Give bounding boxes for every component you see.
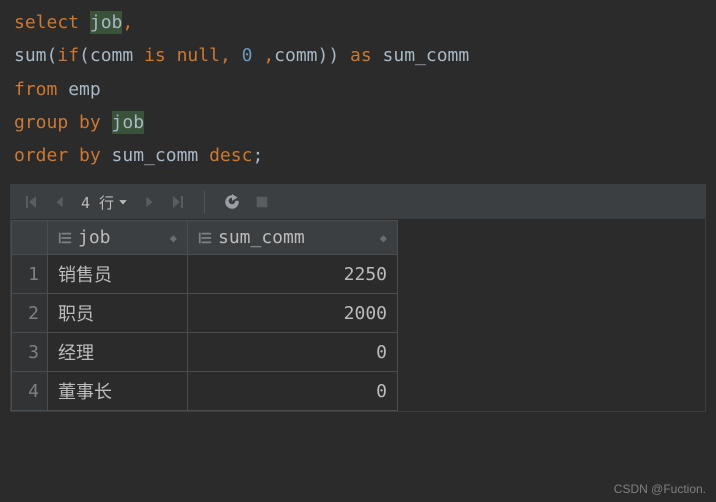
first-page-icon	[23, 194, 39, 210]
chevron-left-icon	[53, 195, 67, 209]
result-table: job ◆ sum_comm ◆	[11, 220, 398, 411]
refresh-icon	[223, 193, 241, 211]
watermark: CSDN @Fuction.	[614, 482, 706, 496]
column-header-job[interactable]: job ◆	[48, 221, 188, 255]
sort-handle-icon: ◆	[170, 231, 177, 245]
row-number-header	[12, 221, 48, 255]
row-number-cell: 4	[12, 372, 48, 411]
result-table-wrap: job ◆ sum_comm ◆	[11, 220, 705, 411]
last-page-button[interactable]	[170, 194, 186, 210]
results-toolbar: 4 行	[11, 185, 705, 220]
column-label: job	[78, 227, 111, 248]
column-icon	[198, 231, 212, 245]
next-page-button[interactable]	[142, 195, 156, 209]
cell-sum-comm: 0	[188, 372, 398, 411]
refresh-button[interactable]	[223, 193, 241, 211]
cell-job: 董事长	[48, 372, 188, 411]
stop-icon	[255, 195, 269, 209]
chevron-right-icon	[142, 195, 156, 209]
column-icon	[58, 231, 72, 245]
cell-job: 职员	[48, 294, 188, 333]
chevron-down-icon	[118, 197, 128, 207]
table-row[interactable]: 4董事长0	[12, 372, 398, 411]
last-page-icon	[170, 194, 186, 210]
cell-sum-comm: 0	[188, 333, 398, 372]
table-row[interactable]: 1销售员2250	[12, 255, 398, 294]
results-panel: 4 行	[10, 184, 706, 412]
toolbar-divider	[204, 191, 205, 213]
row-number-cell: 2	[12, 294, 48, 333]
table-row[interactable]: 2职员2000	[12, 294, 398, 333]
row-count-label: 4 行	[81, 192, 114, 213]
table-row[interactable]: 3经理0	[12, 333, 398, 372]
row-count-dropdown[interactable]: 4 行	[81, 192, 128, 213]
row-number-cell: 1	[12, 255, 48, 294]
stop-button[interactable]	[255, 195, 269, 209]
cell-sum-comm: 2250	[188, 255, 398, 294]
cell-job: 经理	[48, 333, 188, 372]
sql-editor[interactable]: select job, sum(if(comm is null, 0 ,comm…	[0, 0, 716, 178]
first-page-button[interactable]	[23, 194, 39, 210]
column-header-sum-comm[interactable]: sum_comm ◆	[188, 221, 398, 255]
column-label: sum_comm	[218, 227, 305, 248]
row-number-cell: 3	[12, 333, 48, 372]
cell-job: 销售员	[48, 255, 188, 294]
sort-handle-icon: ◆	[380, 231, 387, 245]
prev-page-button[interactable]	[53, 195, 67, 209]
cell-sum-comm: 2000	[188, 294, 398, 333]
